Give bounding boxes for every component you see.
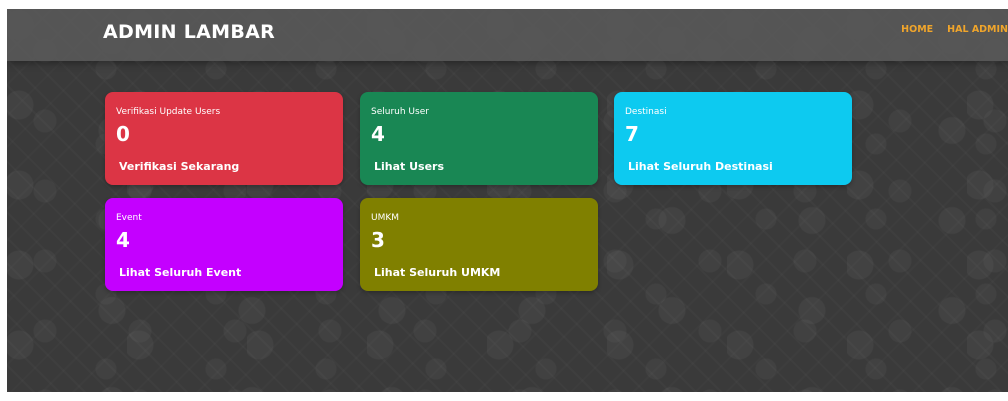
- card-count: 4: [116, 228, 130, 252]
- card-label: UMKM: [371, 213, 400, 223]
- card-count: 4: [371, 122, 385, 146]
- nav-link-home[interactable]: HOME: [901, 24, 933, 35]
- lihat-seluruh-destinasi-link[interactable]: Lihat Seluruh Destinasi: [628, 160, 773, 173]
- card-count: 7: [625, 122, 639, 146]
- nav-link-hal-admin[interactable]: HAL ADMIN: [947, 24, 1008, 35]
- card-count: 3: [371, 228, 385, 252]
- card-seluruh-user[interactable]: Seluruh User 4 Lihat Users: [360, 92, 598, 185]
- card-label: Event: [116, 213, 142, 223]
- card-verifikasi-update-users[interactable]: Verifikasi Update Users 0 Verifikasi Sek…: [105, 92, 343, 185]
- card-label: Verifikasi Update Users: [116, 107, 221, 117]
- lihat-seluruh-umkm-link[interactable]: Lihat Seluruh UMKM: [374, 266, 500, 279]
- card-label: Destinasi: [625, 107, 667, 117]
- card-label: Seluruh User: [371, 107, 429, 117]
- lihat-users-link[interactable]: Lihat Users: [374, 160, 444, 173]
- nav-links: HOME HAL ADMIN: [901, 24, 1008, 35]
- top-navbar: ADMIN LAMBAR HOME HAL ADMIN: [7, 9, 1008, 61]
- verifikasi-sekarang-link[interactable]: Verifikasi Sekarang: [119, 160, 239, 173]
- admin-dashboard: ADMIN LAMBAR HOME HAL ADMIN Verifikasi U…: [7, 9, 1008, 392]
- card-umkm[interactable]: UMKM 3 Lihat Seluruh UMKM: [360, 198, 598, 291]
- lihat-seluruh-event-link[interactable]: Lihat Seluruh Event: [119, 266, 241, 279]
- card-event[interactable]: Event 4 Lihat Seluruh Event: [105, 198, 343, 291]
- brand-title[interactable]: ADMIN LAMBAR: [103, 21, 275, 43]
- card-count: 0: [116, 122, 130, 146]
- card-destinasi[interactable]: Destinasi 7 Lihat Seluruh Destinasi: [614, 92, 852, 185]
